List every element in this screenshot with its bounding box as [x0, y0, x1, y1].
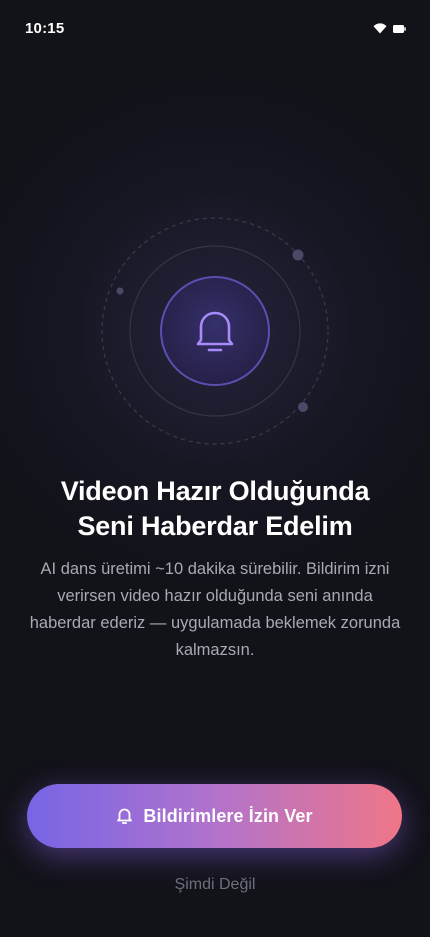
- bell-icon: [117, 808, 133, 824]
- description-line-3: haberdar ederiz — uygulamada beklemek zo…: [29, 614, 401, 632]
- orbit-dot-top-right: [292, 249, 304, 261]
- inner-circle: [160, 276, 270, 386]
- description-line-1: AI dans üretimi ~10 dakika sürebilir. Bi…: [40, 560, 390, 578]
- title-line-2: Seni Haberdar Edelim: [77, 511, 353, 541]
- not-now-button[interactable]: Şimdi Değil: [0, 876, 430, 894]
- description-line-2: verirsen video hazır olduğunda seni anın…: [57, 587, 373, 605]
- notification-permission-screen: 10:15 Videon Hazır Olduğunda Seni Haberd…: [0, 0, 430, 937]
- wifi-icon: [373, 23, 387, 34]
- orbit-dot-left: [116, 287, 124, 295]
- title-line-1: Videon Hazır Olduğunda: [60, 476, 370, 506]
- page-title: Videon Hazır Olduğunda Seni Haberdar Ede…: [20, 474, 410, 544]
- status-bar: 10:15: [0, 0, 430, 58]
- battery-icon: [393, 24, 406, 33]
- allow-notifications-button[interactable]: Bildirimlere İzin Ver: [27, 784, 402, 848]
- status-time: 10:15: [25, 20, 65, 37]
- status-icons: [373, 23, 406, 34]
- allow-notifications-label: Bildirimlere İzin Ver: [143, 805, 313, 826]
- description-line-4: kalmazsın.: [175, 641, 255, 659]
- description-text: AI dans üretimi ~10 dakika sürebilir. Bi…: [10, 556, 420, 664]
- notification-illustration: [101, 217, 329, 445]
- orbit-dot-bottom-right: [298, 402, 308, 412]
